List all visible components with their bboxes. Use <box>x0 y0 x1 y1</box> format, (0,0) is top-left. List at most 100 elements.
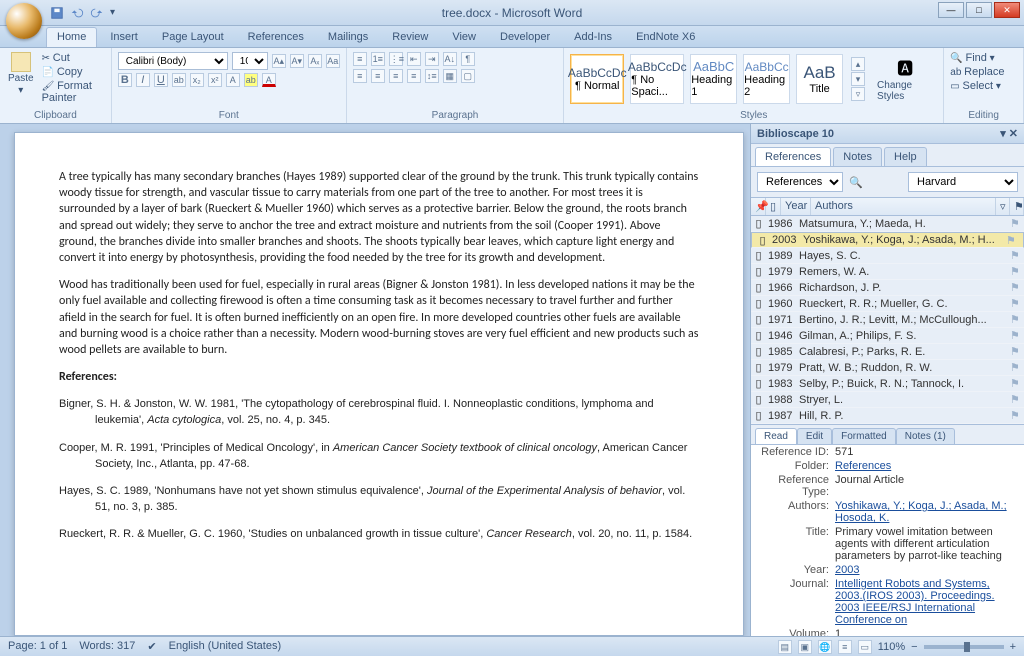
table-row[interactable]: ▯1979Remers, W. A.⚑ <box>751 264 1024 280</box>
table-row[interactable]: ▯1946Gilman, A.; Philips, F. S.⚑ <box>751 328 1024 344</box>
indent-right-icon[interactable]: ⇥ <box>425 52 439 66</box>
tab-insert[interactable]: Insert <box>99 27 149 47</box>
font-size-select[interactable]: 10 <box>232 52 268 70</box>
find-button[interactable]: 🔍 Find ▾ <box>950 52 1017 64</box>
panel-scope-select[interactable]: References <box>757 172 843 192</box>
undo-icon[interactable] <box>70 6 84 20</box>
tab-references[interactable]: References <box>237 27 315 47</box>
view-full-icon[interactable]: ▣ <box>798 640 812 654</box>
search-icon[interactable]: 🔍 <box>849 176 863 189</box>
chevron-down-icon[interactable]: ▾ <box>18 85 23 96</box>
style-title[interactable]: AaBTitle <box>796 54 843 104</box>
table-row[interactable]: ▯1979Pratt, W. B.; Ruddon, R. W.⚑ <box>751 360 1024 376</box>
detail-value[interactable]: Yoshikawa, Y.; Koga, J.; Asada, M.; Hoso… <box>835 500 1018 524</box>
styles-up-icon[interactable]: ▴ <box>851 57 865 71</box>
tab-view[interactable]: View <box>441 27 487 47</box>
font-color-icon[interactable]: A <box>262 73 276 87</box>
tab-home[interactable]: Home <box>46 27 97 47</box>
clear-format-icon[interactable]: Aₓ <box>308 54 322 68</box>
office-button[interactable] <box>6 3 42 39</box>
qat-dropdown-icon[interactable]: ▾ <box>110 7 115 18</box>
text-effects-icon[interactable]: A <box>226 73 240 87</box>
align-center-icon[interactable]: ≡ <box>371 69 385 83</box>
line-spacing-icon[interactable]: ↕≡ <box>425 69 439 83</box>
table-row[interactable]: ▯1986Matsumura, Y.; Maeda, H.⚑ <box>751 216 1024 232</box>
status-page[interactable]: Page: 1 of 1 <box>8 640 67 653</box>
style-normal[interactable]: AaBbCcDc¶ Normal <box>570 54 624 104</box>
maximize-button[interactable]: □ <box>966 2 992 18</box>
sort-icon[interactable]: A↓ <box>443 52 457 66</box>
grow-font-icon[interactable]: A▴ <box>272 54 286 68</box>
change-styles-button[interactable]: 🅰 Change Styles <box>873 53 937 104</box>
styles-more-icon[interactable]: ▿ <box>851 87 865 101</box>
status-language[interactable]: English (United States) <box>169 640 282 653</box>
view-outline-icon[interactable]: ≡ <box>838 640 852 654</box>
subscript-button[interactable]: x₂ <box>190 73 204 87</box>
cut-button[interactable]: ✂ Cut <box>42 52 107 64</box>
table-row[interactable]: ▯1960Rueckert, R. R.; Mueller, G. C.⚑ <box>751 296 1024 312</box>
close-button[interactable]: ✕ <box>994 2 1020 18</box>
strike-button[interactable]: ab <box>172 73 186 87</box>
tab-mailings[interactable]: Mailings <box>317 27 379 47</box>
styles-down-icon[interactable]: ▾ <box>851 72 865 86</box>
table-row[interactable]: ▯1987Hill, R. P.⚑ <box>751 408 1024 424</box>
panel-tab-notes[interactable]: Notes <box>833 147 882 166</box>
panel-close-icon[interactable]: ✕ <box>1009 128 1018 140</box>
table-row[interactable]: ▯1988Stryer, L.⚑ <box>751 392 1024 408</box>
paste-button[interactable]: Paste ▾ <box>4 50 38 98</box>
multilevel-icon[interactable]: ⋮≡ <box>389 52 403 66</box>
col-flag-icon[interactable]: ⚑ <box>1010 198 1024 215</box>
show-marks-icon[interactable]: ¶ <box>461 52 475 66</box>
bullets-icon[interactable]: ≡ <box>353 52 367 66</box>
panel-dropdown-icon[interactable]: ▾ <box>1000 128 1006 140</box>
panel-tab-help[interactable]: Help <box>884 147 927 166</box>
redo-icon[interactable] <box>90 6 104 20</box>
numbering-icon[interactable]: 1≡ <box>371 52 385 66</box>
shading-icon[interactable]: ▦ <box>443 69 457 83</box>
detail-tab-formatted[interactable]: Formatted <box>832 428 896 444</box>
style-heading1[interactable]: AaBbCHeading 1 <box>690 54 737 104</box>
tab-page-layout[interactable]: Page Layout <box>151 27 235 47</box>
status-words[interactable]: Words: 317 <box>79 640 135 653</box>
save-icon[interactable] <box>50 6 64 20</box>
zoom-in-button[interactable]: + <box>1010 641 1016 653</box>
align-right-icon[interactable]: ≡ <box>389 69 403 83</box>
detail-value[interactable]: 2003 <box>835 564 1018 576</box>
detail-tab-edit[interactable]: Edit <box>797 428 832 444</box>
table-row[interactable]: ▯1971Bertino, J. R.; Levitt, M.; McCullo… <box>751 312 1024 328</box>
status-proof-icon[interactable]: ✔ <box>147 640 156 653</box>
view-draft-icon[interactable]: ▭ <box>858 640 872 654</box>
zoom-level[interactable]: 110% <box>878 641 905 653</box>
detail-value[interactable]: Intelligent Robots and Systems, 2003.(IR… <box>835 578 1018 626</box>
font-name-select[interactable]: Calibri (Body) <box>118 52 228 70</box>
format-painter-button[interactable]: 🖌 Format Painter <box>42 80 107 104</box>
view-print-icon[interactable]: ▤ <box>778 640 792 654</box>
col-type-icon[interactable]: ▯ <box>766 198 781 215</box>
panel-tab-references[interactable]: References <box>755 147 831 166</box>
detail-tab-notes[interactable]: Notes (1) <box>896 428 955 444</box>
minimize-button[interactable]: — <box>938 2 964 18</box>
italic-button[interactable]: I <box>136 73 150 87</box>
style-heading2[interactable]: AaBbCcHeading 2 <box>743 54 790 104</box>
align-left-icon[interactable]: ≡ <box>353 69 367 83</box>
borders-icon[interactable]: ▢ <box>461 69 475 83</box>
zoom-slider[interactable] <box>924 645 1004 649</box>
table-row[interactable]: ▯1983Selby, P.; Buick, R. N.; Tannock, I… <box>751 376 1024 392</box>
detail-value[interactable]: References <box>835 460 1018 472</box>
tab-developer[interactable]: Developer <box>489 27 561 47</box>
bold-button[interactable]: B <box>118 73 132 87</box>
citation-style-select[interactable]: Harvard <box>908 172 1018 192</box>
document-page[interactable]: A tree typically has many secondary bran… <box>14 132 744 636</box>
col-filter-icon[interactable]: ▿ <box>996 198 1010 215</box>
table-row[interactable]: ▯1989Hayes, S. C.⚑ <box>751 248 1024 264</box>
copy-button[interactable]: 📄 Copy <box>42 66 107 78</box>
underline-button[interactable]: U <box>154 73 168 87</box>
style-nospacing[interactable]: AaBbCcDc¶ No Spaci... <box>630 54 684 104</box>
justify-icon[interactable]: ≡ <box>407 69 421 83</box>
highlight-icon[interactable]: ab <box>244 73 258 87</box>
col-authors[interactable]: Authors <box>811 198 996 215</box>
indent-left-icon[interactable]: ⇤ <box>407 52 421 66</box>
superscript-button[interactable]: x² <box>208 73 222 87</box>
zoom-out-button[interactable]: − <box>911 641 917 653</box>
col-year[interactable]: Year <box>781 198 811 215</box>
